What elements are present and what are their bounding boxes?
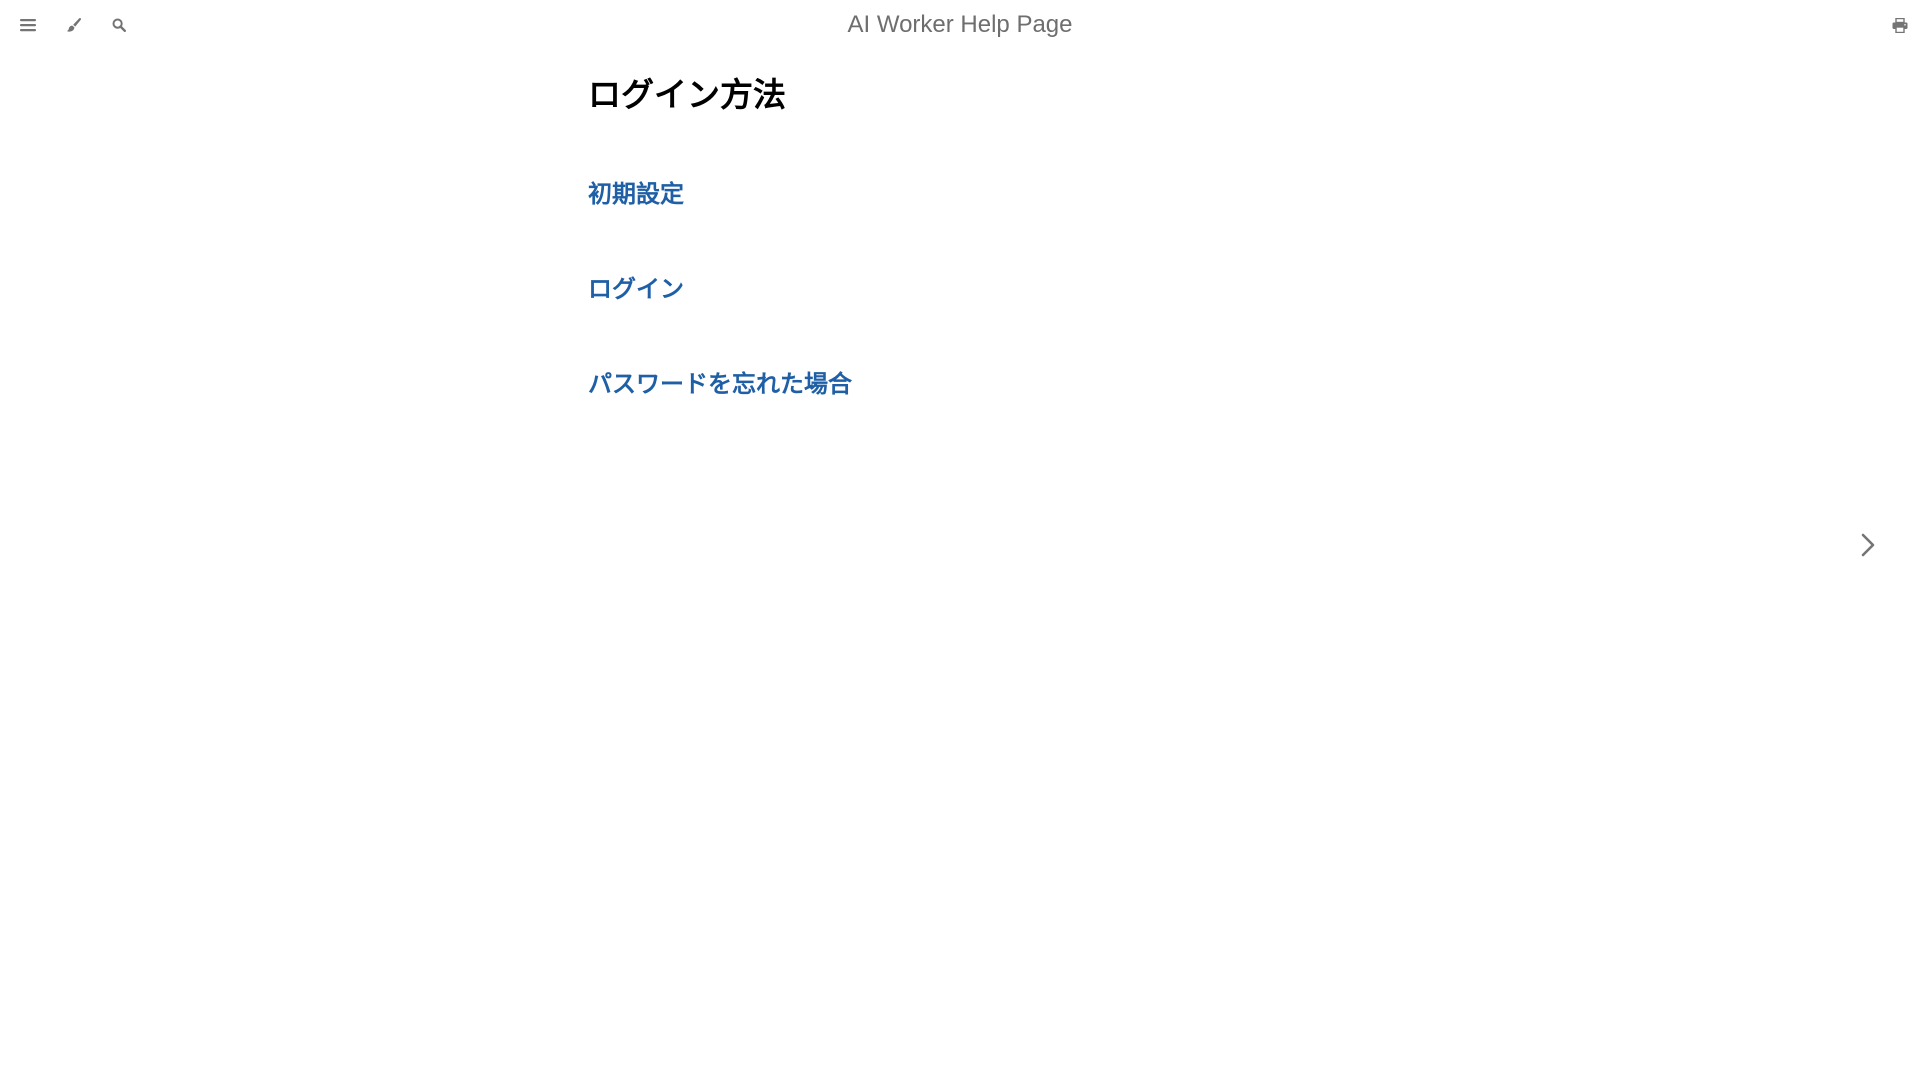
search-button[interactable] [102,8,136,42]
print-button[interactable] [1883,8,1917,42]
search-icon [112,18,126,32]
book-title: AI Worker Help Page [847,11,1073,38]
next-page-button[interactable] [1848,515,1888,575]
link-initial-settings[interactable]: 初期設定 [588,178,684,212]
help-page: AI Worker Help Page ログイン方法 初期設定 ログイン パスワ… [0,0,1920,1080]
link-forgot-password[interactable]: パスワードを忘れた場合 [588,368,852,402]
link-login[interactable]: ログイン [588,273,684,307]
chevron-right-icon [1861,533,1875,557]
menu-bar: AI Worker Help Page [0,0,1920,50]
sidebar-toggle-button[interactable] [11,8,45,42]
paintbrush-icon [67,17,82,32]
print-icon [1892,17,1908,33]
bars-icon [20,19,36,32]
main-content: ログイン方法 初期設定 ログイン パスワードを忘れた場合 [588,70,1348,398]
page-title: ログイン方法 [588,76,786,113]
theme-button[interactable] [57,8,91,42]
